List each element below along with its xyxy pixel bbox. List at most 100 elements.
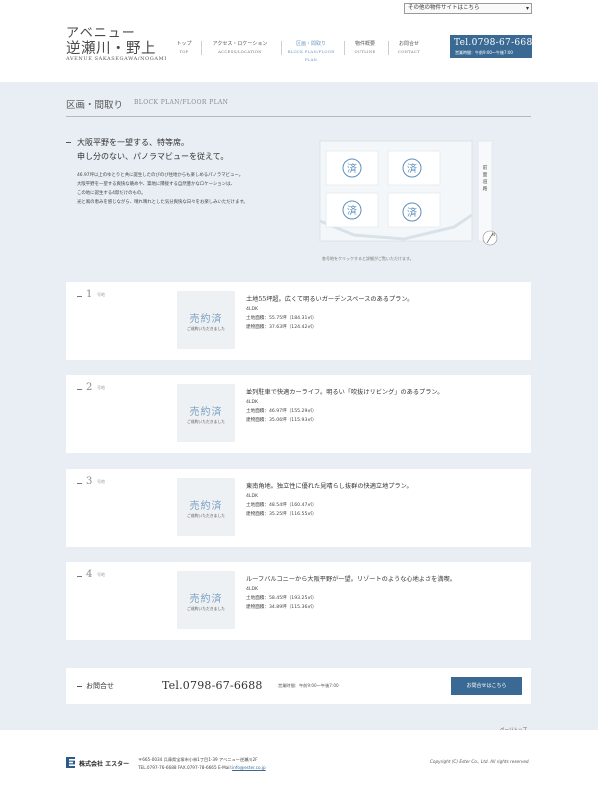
footer-address: 〒665-0034 兵庫県宝塚市小林1丁目1-39 アベニュー逆瀬川2F [138,757,258,762]
nav-access[interactable]: アクセス・ロケーション ACCESS/LOCATION [204,40,276,56]
lot-layout: 4LDK [246,587,259,592]
lot-number: 2 [86,382,93,393]
nav-contact-label: お問合せ [398,41,419,47]
sold-label: 売約済 [189,314,223,325]
road-label-4: 路 [483,185,488,192]
nav-block-plan-en: BLOCK PLAN/FLOOR PLAN [287,49,335,62]
lot-land-area: 土地面積：55.75坪（184.31㎡） [246,316,317,321]
company-name: 株式会社 エスター [79,761,130,768]
main-content: 区画・間取り BLOCK PLAN/FLOOR PLAN 大阪平野を一望する、特… [0,82,598,743]
lot-land-area: 土地面積：58.45坪（193.25㎡） [246,596,317,601]
card-dash [77,576,82,577]
sold-note: ご成約いただきました [187,419,225,424]
lot-headline: 土地55坪超。広くて明るいガーデンスペースのあるプラン。 [246,296,414,303]
site-footer: 株式会社 エスター 〒665-0034 兵庫県宝塚市小林1丁目1-39 アベニュ… [0,730,598,790]
site-header: その他の物件サイトはこちら ▾ アベニュー 逆瀬川・野上 AVENUE SAKA… [0,0,598,82]
lot-unit: 号地 [97,572,105,577]
lot-building-area: 建物面積：37.63坪（124.42㎡） [246,325,317,330]
footer-copyright: Copyright (C) Ester Co., Ltd. All rights… [430,759,530,764]
sold-note: ご成約いただきました [187,326,225,331]
map-lot-1[interactable]: 済 [325,150,379,186]
lot-card: 1 号地 売約済 ご成約いただきました 土地55坪超。広くて明るいガーデンスペー… [66,282,531,360]
nav-access-label: アクセス・ロケーション [212,41,268,47]
sold-note: ご成約いただきました [187,513,225,518]
map-lot-3[interactable]: 済 [325,192,379,228]
lot-unit: 号地 [97,292,105,297]
lot-headline: ルーフバルコニーから大阪平野が一望。リゾートのような心地よさを満喫。 [246,576,456,583]
contact-label: お問合せ [86,682,114,690]
nav-block-plan[interactable]: 区画・間取り BLOCK PLAN/FLOOR PLAN [283,40,339,64]
lot-layout: 4LDK [246,307,259,312]
contact-button[interactable]: お問合せはこちら [451,677,522,695]
nav-contact[interactable]: お問合せ CONTACT [393,40,425,56]
nav-divider [344,41,345,55]
lead-dash [66,142,71,143]
footer-tel-fax: TEL.0797-76-6688 FAX.0797-78-6665 E-Mail… [138,765,233,770]
contact-bar: お問合せ Tel.0798-67-6688 営業時間：午前9:00〜午後7:00… [66,668,531,704]
other-properties-select-value: その他の物件サイトはこちら [408,5,480,11]
nav-top[interactable]: トップ TOP [172,40,196,56]
nav-block-plan-label: 区画・間取り [295,41,326,47]
header-tel-box: Tel.0798-67-6688 営業時間：午前9:00〜午後7:00 [450,35,538,58]
header-tel: Tel.0798-67-6688 [454,38,539,48]
lot-thumbnail[interactable]: 売約済 ご成約いただきました [177,571,235,629]
road-label-1: 前 [483,164,488,171]
sold-marker: 済 [347,162,357,175]
footer-contact-line: TEL.0797-76-6688 FAX.0797-78-6665 E-Mail… [138,765,266,770]
map-caption: 各号地をクリックすると詳細がご覧いただけます。 [322,256,414,261]
nav-top-label: トップ [176,41,192,47]
intro-lead-2: 申し分のない、パノラマビューを従えて。 [77,152,229,161]
page-title-en: BLOCK PLAN/FLOOR PLAN [134,99,229,106]
lot-thumbnail[interactable]: 売約済 ご成約いただきました [177,291,235,349]
nav-outline-label: 物件概要 [354,41,375,47]
contact-dash [77,686,82,687]
map-lot-2[interactable]: 済 [387,150,441,186]
card-dash [77,296,82,297]
nav-top-en: TOP [179,49,189,54]
nav-outline[interactable]: 物件概要 OUTLINE [349,40,381,56]
card-dash [77,483,82,484]
compass-label: N [492,232,495,237]
nav-divider [281,41,282,55]
lot-number: 4 [86,569,93,580]
lot-headline: 東南角地。独立性に優れた見晴らし抜群の快適立地プラン。 [246,483,413,490]
lot-card: 2 号地 売約済 ご成約いただきました 並列駐車で快適カーライフ。明るい「吹抜け… [66,375,531,453]
nav-divider [201,41,202,55]
nav-outline-en: OUTLINE [354,49,376,54]
sold-marker: 済 [407,162,417,175]
intro-lead-1: 大阪平野を一望する、特等席。 [77,138,189,147]
footer-email-link[interactable]: info@ester.co.jp [232,765,266,770]
nav-divider [388,41,389,55]
lot-building-area: 建物面積：35.25坪（116.55㎡） [246,512,317,517]
sold-marker: 済 [407,206,417,219]
lot-thumbnail[interactable]: 売約済 ご成約いただきました [177,478,235,536]
chevron-down-icon: ▾ [525,5,529,12]
lot-unit: 号地 [97,479,105,484]
road-label-2: 面 [483,172,488,178]
lot-number: 1 [86,289,93,300]
sold-marker: 済 [347,204,357,217]
title-divider [66,116,531,117]
other-properties-select[interactable]: その他の物件サイトはこちら ▾ [404,3,532,14]
intro-body-2: 大阪平野を一望する爽快な眺めや、築地に隣接する自然豊かなロケーションは、 [77,182,235,187]
lot-unit: 号地 [97,385,105,390]
lot-layout: 4LDK [246,400,259,405]
contact-hours: 営業時間：午前9:00〜午後7:00 [278,683,339,688]
lot-thumbnail[interactable]: 売約済 ご成約いただきました [177,384,235,442]
road-label-3: 道 [483,178,488,185]
intro-body-4: 光と風の恵みを感じながら、晴れ晴れとした気分爽快な日々をお楽しみいただけます。 [77,200,248,205]
lot-card: 4 号地 売約済 ご成約いただきました ルーフバルコニーから大阪平野が一望。リゾ… [66,562,531,640]
sold-label: 売約済 [189,594,223,605]
lot-number: 3 [86,476,93,487]
sold-note: ご成約いただきました [187,606,225,611]
logo-line2[interactable]: 逆瀬川・野上 [66,37,156,58]
sold-label: 売約済 [189,407,223,418]
card-dash [77,389,82,390]
site-map: 前 面 道 路 済 済 済 済 N [319,140,498,246]
lot-card: 3 号地 売約済 ご成約いただきました 東南角地。独立性に優れた見晴らし抜群の快… [66,469,531,547]
lot-land-area: 土地面積：46.97坪（155.29㎡） [246,409,317,414]
nav-contact-en: CONTACT [398,49,420,54]
map-lot-4[interactable]: 済 [387,192,441,228]
intro-body-1: 46.97坪以上のゆとりと共に誕生したのびのび住地からも楽しめるパノラマビュー。 [77,173,244,178]
company-logo-icon [66,757,75,768]
